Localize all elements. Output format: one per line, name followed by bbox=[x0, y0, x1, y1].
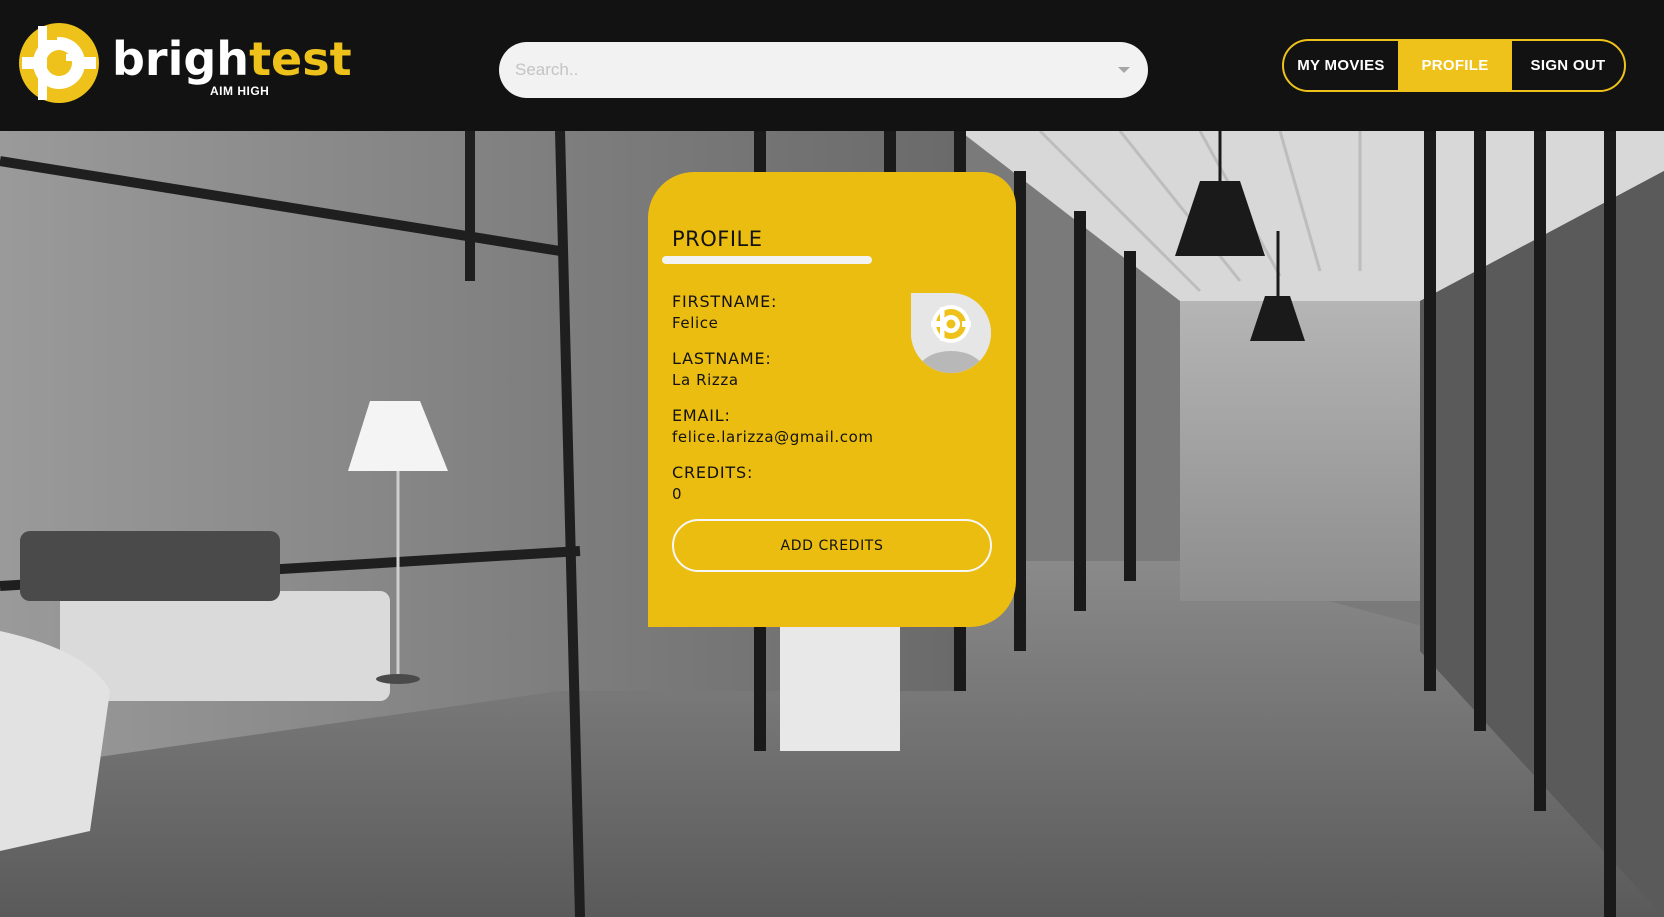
profile-button[interactable]: PROFILE bbox=[1398, 41, 1512, 90]
credits-value: 0 bbox=[672, 485, 683, 503]
brand-wordmark: brightest bbox=[112, 36, 352, 82]
title-underline bbox=[662, 256, 872, 264]
search-input[interactable] bbox=[515, 42, 1095, 98]
credits-label: CREDITS: bbox=[672, 463, 754, 482]
brand-logo[interactable]: brightest AIM HIGH bbox=[18, 22, 352, 106]
sign-out-button[interactable]: SIGN OUT bbox=[1512, 41, 1624, 90]
brand-word-white: brigh bbox=[112, 32, 250, 86]
brand-word-yellow: test bbox=[249, 32, 352, 86]
firstname-value: Felice bbox=[672, 314, 719, 332]
caret-down-icon[interactable] bbox=[1118, 67, 1130, 73]
profile-card-title: PROFILE bbox=[672, 227, 763, 251]
top-header: brightest AIM HIGH MY MOVIES PROFILE SIG… bbox=[0, 0, 1664, 131]
my-movies-button[interactable]: MY MOVIES bbox=[1284, 41, 1398, 90]
firstname-label: FIRSTNAME: bbox=[672, 292, 778, 311]
brightest-logo-icon bbox=[19, 23, 99, 103]
add-credits-button[interactable]: ADD CREDITS bbox=[672, 519, 992, 572]
lastname-label: LASTNAME: bbox=[672, 349, 772, 368]
avatar-graphic bbox=[911, 293, 991, 373]
main-nav: MY MOVIES PROFILE SIGN OUT bbox=[1282, 39, 1626, 92]
lastname-value: La Rizza bbox=[672, 371, 739, 389]
email-value: felice.larizza@gmail.com bbox=[672, 428, 874, 446]
email-label: EMAIL: bbox=[672, 406, 731, 425]
profile-card: PROFILE FIRSTNAME: Felice LASTNAME: La R… bbox=[648, 172, 1016, 627]
search-box[interactable] bbox=[499, 42, 1148, 98]
brand-tagline: AIM HIGH bbox=[210, 84, 270, 98]
user-avatar-icon[interactable] bbox=[911, 293, 991, 373]
